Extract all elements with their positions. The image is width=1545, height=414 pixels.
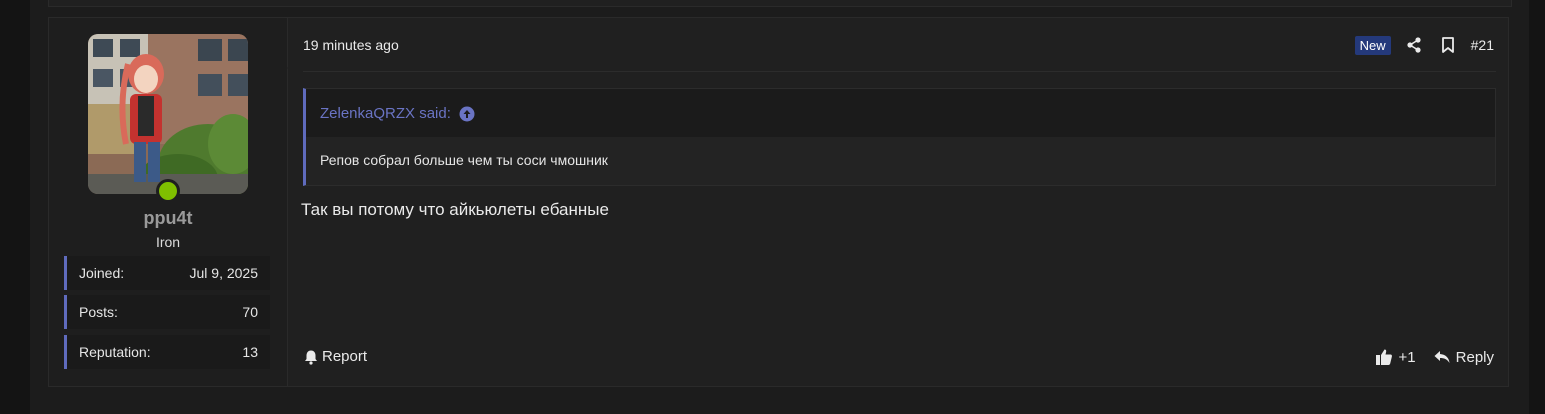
like-count: +1 (1398, 348, 1416, 366)
thumbs-up-icon (1375, 349, 1392, 365)
header-divider (303, 71, 1496, 72)
like-button[interactable]: +1 (1375, 348, 1416, 366)
stat-value: Jul 9, 2025 (189, 265, 259, 281)
post-actions-bottom: +1 Reply (1375, 348, 1494, 366)
stat-value: 13 (242, 344, 258, 360)
stat-value: 70 (242, 304, 258, 320)
post-21: ppu4t Iron Joined: Jul 9, 2025 Posts: 70… (48, 17, 1509, 387)
quote-text: Репов собрал больше чем ты соси чмошник (306, 137, 1495, 185)
avatar-image (88, 34, 248, 194)
post-number[interactable]: #21 (1471, 37, 1494, 53)
reply-label: Reply (1455, 348, 1494, 366)
report-label: Report (322, 348, 368, 365)
new-badge: New (1354, 35, 1391, 55)
online-status-indicator (156, 179, 180, 203)
post-time[interactable]: 19 minutes ago (303, 37, 399, 53)
quote-attribution[interactable]: ZelenkaQRZX said: (320, 105, 475, 122)
stat-joined: Joined: Jul 9, 2025 (64, 256, 270, 290)
stat-label: Reputation: (79, 344, 151, 360)
arrow-up-circle-icon[interactable] (459, 106, 475, 122)
share-icon[interactable] (1403, 34, 1425, 56)
post-content: 19 minutes ago New #21 ZelenkaQRZX said:… (287, 18, 1508, 386)
reply-button[interactable]: Reply (1434, 349, 1494, 366)
previous-post-edge (48, 0, 1512, 7)
user-cell: ppu4t Iron Joined: Jul 9, 2025 Posts: 70… (49, 18, 288, 386)
post-actions-top: New #21 (1354, 34, 1494, 56)
avatar-wrapper[interactable] (88, 34, 248, 203)
report-button[interactable]: Report (303, 348, 367, 365)
user-title: Iron (155, 234, 181, 250)
stat-label: Posts: (79, 304, 118, 320)
post-message: Так вы потому что айкьюлеты ебанные (301, 200, 609, 219)
bell-icon (305, 350, 317, 365)
stat-label: Joined: (79, 265, 125, 281)
quote-block: ZelenkaQRZX said: Репов собрал больше че… (303, 88, 1496, 186)
stat-posts: Posts: 70 (64, 295, 270, 329)
stat-reputation: Reputation: 13 (64, 335, 270, 369)
avatar[interactable] (88, 34, 248, 194)
page: ppu4t Iron Joined: Jul 9, 2025 Posts: 70… (0, 0, 1545, 414)
quote-author[interactable]: ZelenkaQRZX said: (320, 105, 451, 122)
username[interactable]: ppu4t (49, 208, 287, 229)
reply-icon (1434, 351, 1450, 363)
bookmark-icon[interactable] (1437, 34, 1459, 56)
